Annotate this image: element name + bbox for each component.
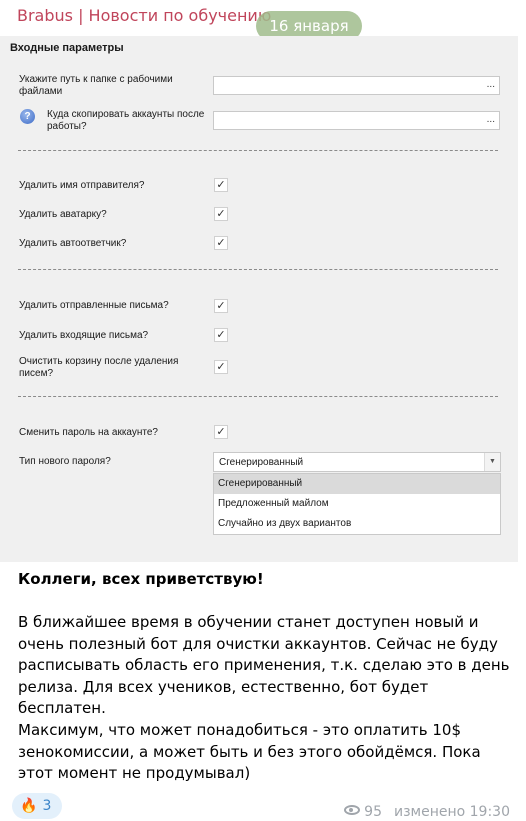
copy-accounts-label: Куда скопировать аккаунты после работы? [47, 109, 205, 132]
delete-inbox-label: Удалить входящие письма? [19, 330, 149, 341]
delete-autoresponder-checkbox[interactable]: ✓ [214, 236, 228, 250]
message-meta: 95 изменено 19:30 [344, 804, 510, 820]
password-type-value: Сгенерированный [219, 457, 304, 468]
delete-sent-checkbox[interactable]: ✓ [214, 299, 228, 313]
delete-sender-name-label: Удалить имя отправителя? [19, 180, 145, 191]
channel-title[interactable]: Brabus | Новости по обучению [17, 6, 271, 25]
change-password-label: Сменить пароль на аккаунте? [19, 427, 158, 438]
message-paragraph: В ближайшее время в обучении станет дост… [18, 613, 510, 717]
separator [18, 150, 498, 151]
fire-icon: 🔥 [20, 798, 38, 814]
password-type-label: Тип нового пароля? [19, 456, 111, 467]
empty-trash-checkbox[interactable]: ✓ [214, 360, 228, 374]
view-count: 95 [364, 804, 382, 820]
settings-screenshot: Входные параметры Укажите путь к папке с… [0, 36, 518, 562]
password-type-select[interactable]: Сгенерированный ▼ [213, 452, 501, 472]
reaction-count: 3 [42, 798, 52, 814]
delete-sent-label: Удалить отправленные письма? [19, 300, 169, 311]
copy-accounts-input[interactable]: ... [213, 111, 500, 130]
reaction-button[interactable]: 🔥 3 [12, 793, 62, 819]
delete-avatar-checkbox[interactable]: ✓ [214, 207, 228, 221]
password-type-dropdown: Сгенерированный Предложенный майлом Случ… [213, 473, 501, 535]
work-folder-label: Укажите путь к папке с рабочими файлами [19, 74, 173, 97]
section-title: Входные параметры [10, 42, 124, 54]
separator [18, 396, 498, 397]
dropdown-option[interactable]: Случайно из двух вариантов [214, 514, 500, 534]
change-password-checkbox[interactable]: ✓ [214, 425, 228, 439]
message-greeting: Коллеги, всех приветствую! [18, 570, 264, 588]
dropdown-option[interactable]: Предложенный майлом [214, 494, 500, 514]
delete-sender-name-checkbox[interactable]: ✓ [214, 178, 228, 192]
edited-label: изменено 19:30 [394, 804, 510, 820]
separator [18, 269, 498, 270]
empty-trash-label: Очистить корзину после удаления писем? [19, 356, 179, 379]
message-paragraph: Максимум, что может понадобиться - это о… [18, 721, 481, 782]
browse-button[interactable]: ... [487, 79, 495, 90]
delete-autoresponder-label: Удалить автоответчик? [19, 238, 127, 249]
work-folder-input[interactable]: ... [213, 76, 500, 95]
delete-inbox-checkbox[interactable]: ✓ [214, 328, 228, 342]
eye-icon [344, 805, 361, 815]
delete-avatar-label: Удалить аватарку? [19, 209, 107, 220]
help-icon[interactable]: ? [20, 109, 35, 124]
chevron-down-icon[interactable]: ▼ [484, 453, 500, 471]
dropdown-option[interactable]: Сгенерированный [214, 474, 500, 494]
browse-button[interactable]: ... [487, 114, 495, 125]
